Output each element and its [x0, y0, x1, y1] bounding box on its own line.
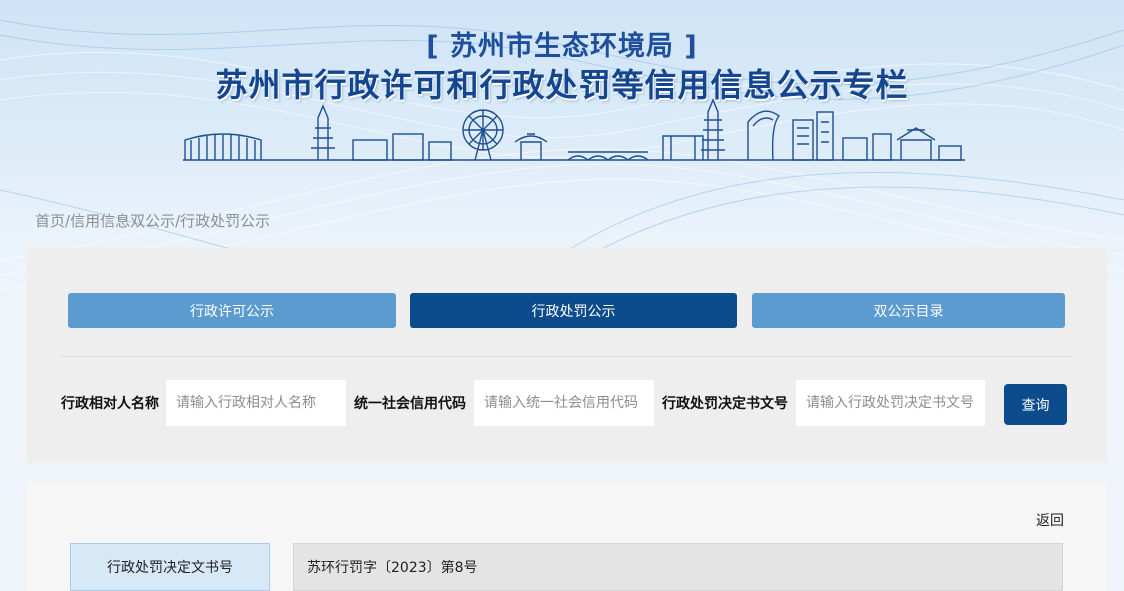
detail-row-value: 苏环行罚字〔2023〕第8号 — [293, 543, 1063, 591]
breadcrumb: 首页 / 信用信息双公示 / 行政处罚公示 — [35, 210, 270, 231]
breadcrumb-credit-info[interactable]: 信用信息双公示 — [70, 210, 175, 231]
credit-code-label: 统一社会信用代码 — [354, 396, 466, 412]
tab-administrative-permit[interactable]: 行政许可公示 — [68, 293, 396, 328]
decision-number-input[interactable] — [796, 380, 985, 426]
credit-code-input[interactable] — [474, 380, 654, 426]
party-name-input[interactable] — [166, 380, 346, 426]
breadcrumb-home[interactable]: 首页 — [35, 210, 65, 231]
breadcrumb-current: 行政处罚公示 — [180, 212, 271, 230]
detail-section: 返回 行政处罚决定文书号 苏环行罚字〔2023〕第8号 — [27, 482, 1107, 591]
search-button[interactable]: 查询 — [1004, 384, 1067, 425]
tab-administrative-penalty[interactable]: 行政处罚公示 — [410, 293, 737, 328]
detail-row-label: 行政处罚决定文书号 — [70, 543, 270, 591]
city-skyline-illustration — [183, 98, 965, 161]
department-title: [ 苏州市生态环境局 ] — [426, 31, 698, 62]
tab-directory[interactable]: 双公示目录 — [752, 293, 1065, 328]
back-link[interactable]: 返回 — [1036, 510, 1064, 530]
search-panel: 行政许可公示 行政处罚公示 双公示目录 行政相对人名称 统一社会信用代码 行政处… — [27, 248, 1107, 463]
divider — [61, 356, 1073, 357]
decision-number-label: 行政处罚决定书文号 — [662, 396, 788, 412]
party-name-label: 行政相对人名称 — [61, 396, 159, 412]
